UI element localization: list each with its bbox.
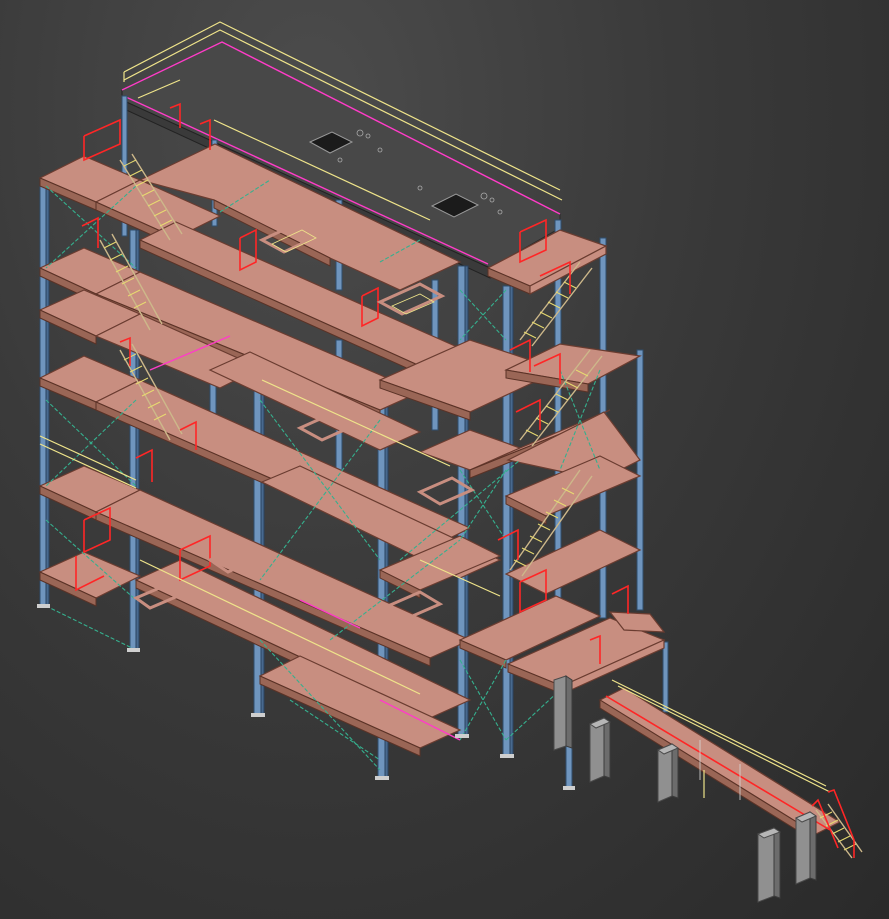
3d-viewport[interactable] — [0, 0, 889, 919]
pedestal-2[interactable] — [656, 743, 680, 803]
pedestal-4[interactable] — [794, 811, 818, 885]
column-a1[interactable] — [39, 177, 47, 607]
column-d5[interactable] — [636, 349, 644, 611]
structure-model[interactable] — [0, 0, 889, 919]
column-e2[interactable] — [662, 641, 669, 713]
pedestal-3[interactable] — [756, 827, 782, 903]
pedestal-1[interactable] — [588, 717, 612, 783]
pedestal-5[interactable] — [553, 675, 573, 751]
